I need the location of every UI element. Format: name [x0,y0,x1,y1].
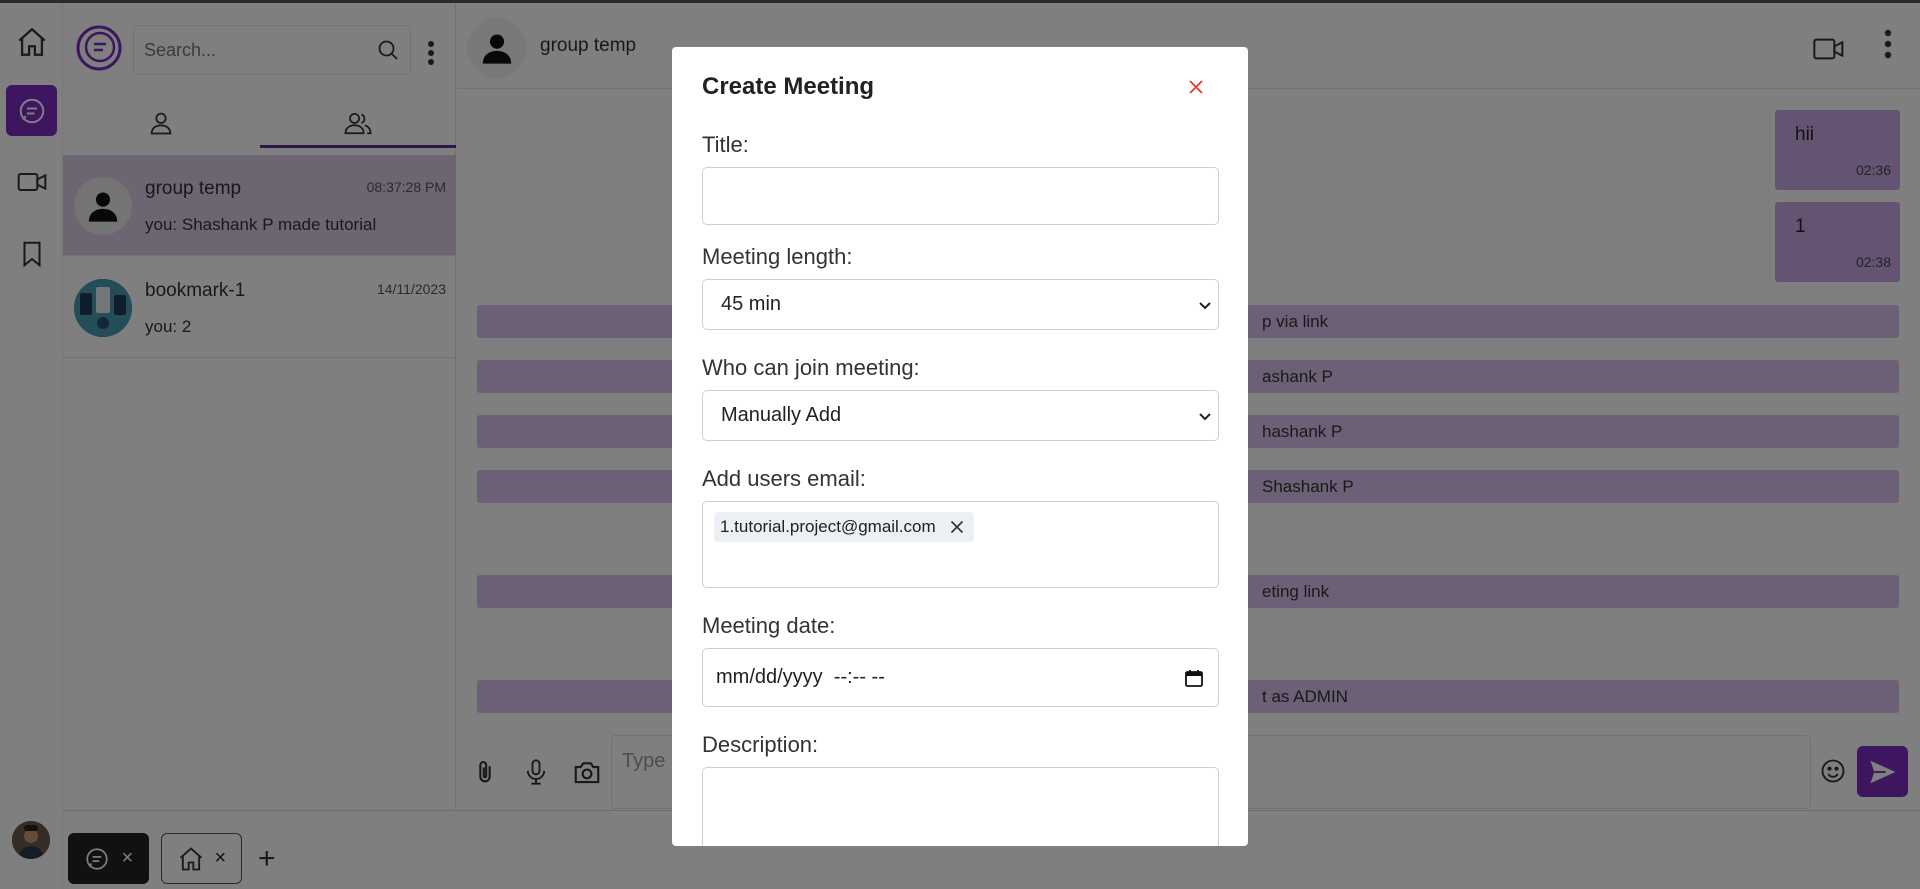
description-textarea[interactable] [702,767,1219,846]
title-label: Title: [702,132,749,157]
email-chip-text: 1.tutorial.project@gmail.com [720,517,936,536]
who-can-join-select[interactable]: Manually Add [702,390,1219,441]
close-icon [1189,80,1203,94]
create-meeting-modal: Create Meeting Title: Meeting length: 45… [672,47,1248,846]
chevron-down-icon [1199,412,1211,420]
modal-close-button[interactable] [1182,73,1210,101]
meeting-length-label: Meeting length: [702,244,853,269]
meeting-date-input[interactable]: mm/dd/yyyy --:-- -- [702,648,1219,707]
close-icon [950,520,963,534]
chevron-down-icon [1199,301,1211,309]
calendar-icon[interactable] [1184,668,1204,688]
chip-remove-button[interactable] [950,520,964,534]
modal-title: Create Meeting [702,73,875,100]
meeting-date-label: Meeting date: [702,613,836,638]
description-label: Description: [702,732,819,757]
add-users-email-label: Add users email: [702,466,866,491]
who-can-join-label: Who can join meeting: [702,355,920,380]
email-chip: 1.tutorial.project@gmail.com [714,512,974,542]
meeting-length-select[interactable]: 45 min [702,279,1219,330]
meeting-date-placeholder: mm/dd/yyyy --:-- -- [716,666,885,688]
title-input[interactable] [702,167,1219,225]
who-can-join-value: Manually Add [721,404,842,426]
meeting-length-value: 45 min [721,293,782,315]
email-tags-input[interactable]: 1.tutorial.project@gmail.com [702,501,1219,588]
